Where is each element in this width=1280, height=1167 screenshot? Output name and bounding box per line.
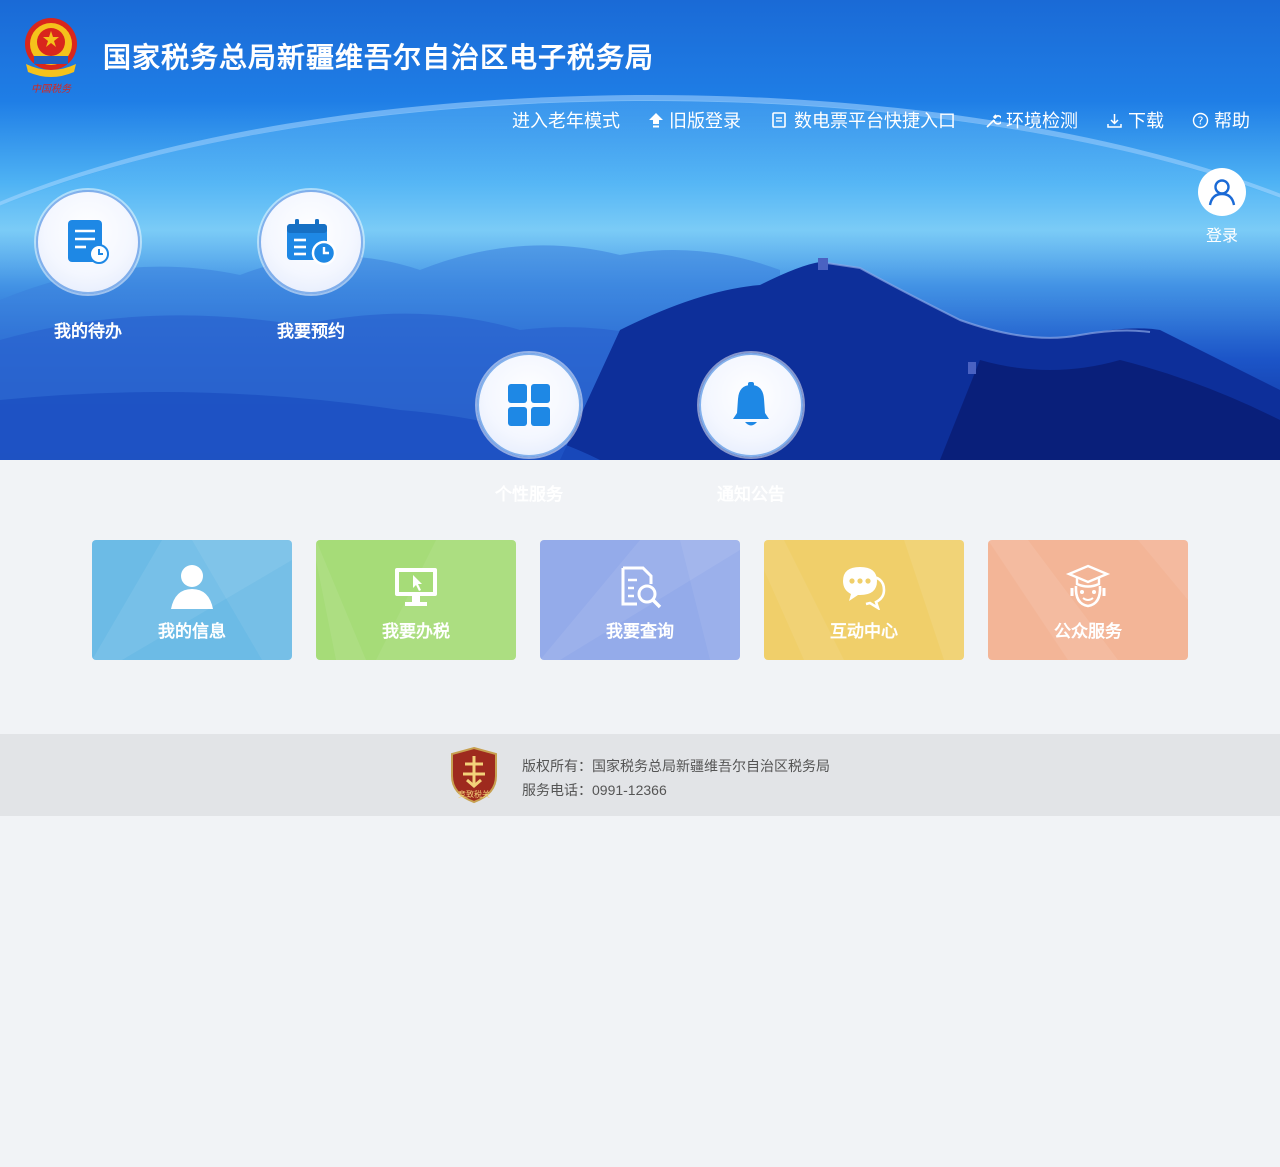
nav-env-check[interactable]: 环境检测 (984, 107, 1078, 133)
quick-todo-button[interactable] (36, 190, 140, 294)
nav-elder-mode-label: 进入老年模式 (512, 111, 620, 131)
user-outline-icon (1208, 179, 1236, 206)
quick-appointment-button[interactable] (259, 190, 363, 294)
quick-notice-label: 通知公告 (717, 485, 785, 505)
quick-personal-service-button[interactable] (477, 353, 581, 457)
nav-elder-mode[interactable]: 进入老年模式 (512, 107, 620, 133)
tile-interaction-label: 互动中心 (830, 622, 898, 642)
svg-text:中国税务: 中国税务 (31, 83, 72, 95)
chat-icon (843, 567, 886, 610)
login-label: 登录 (1205, 228, 1238, 245)
svg-text:?: ? (1198, 114, 1204, 127)
nav-invoice-platform-label: 数电票平台快捷入口 (794, 111, 956, 131)
nav-help[interactable]: ? 帮助 (1192, 107, 1250, 133)
tile-query[interactable]: 我要查询 (540, 540, 740, 660)
site-title: 国家税务总局新疆维吾尔自治区电子税务局 (103, 41, 655, 74)
tile-my-info-label: 我的信息 (158, 622, 226, 642)
nav-old-login-label: 旧版登录 (669, 111, 741, 131)
footer-copyright: 版权所有：国家税务总局新疆维吾尔自治区税务局 (522, 758, 830, 774)
monitor-icon (395, 568, 437, 606)
bell-icon (733, 382, 769, 426)
login-button[interactable]: 登录 (1198, 168, 1246, 246)
grid-icon (508, 384, 550, 426)
footer: 竞致税关 版权所有：国家税务总局新疆维吾尔自治区税务局 服务电话：0991-12… (0, 734, 1280, 816)
nav-env-check-label: 环境检测 (1006, 111, 1078, 131)
footer-info: 版权所有：国家税务总局新疆维吾尔自治区税务局 服务电话：0991-12366 (522, 754, 830, 802)
tile-query-label: 我要查询 (606, 622, 674, 642)
quick-notice-button[interactable] (699, 353, 803, 457)
todo-icon (68, 220, 109, 264)
nav-invoice-platform[interactable]: 数电票平台快捷入口 (769, 107, 956, 133)
top-nav: 进入老年模式 旧版登录 数电票平台快捷入口 环境检测 下载 ? 帮助 (484, 108, 1250, 132)
tax-emblem-logo: 中国税务 (25, 18, 77, 95)
tile-interaction[interactable]: 互动中心 (764, 540, 964, 660)
quick-appointment-label: 我要预约 (277, 322, 345, 342)
tile-public-service-label: 公众服务 (1054, 622, 1122, 642)
header-banner: 中国税务 国家税务总局新疆维吾尔自治区电子税务局 进入老年模式 旧版登录 数电票… (0, 0, 1280, 460)
police-badge-icon[interactable]: 竞致税关 (449, 746, 499, 804)
service-icon (1065, 564, 1111, 608)
user-icon (171, 565, 213, 609)
download-icon (1107, 113, 1122, 128)
nav-help-label: 帮助 (1214, 111, 1250, 131)
svg-text:竞致税关: 竞致税关 (458, 789, 490, 799)
tile-tax-handling-label: 我要办税 (382, 622, 450, 642)
nav-download[interactable]: 下载 (1106, 107, 1164, 133)
tile-public-service[interactable]: 公众服务 (988, 540, 1188, 660)
avatar (1198, 168, 1246, 216)
footer-phone: 服务电话：0991-12366 (522, 782, 667, 798)
quick-personal-service-label: 个性服务 (495, 485, 563, 505)
tile-my-info[interactable]: 我的信息 (92, 540, 292, 660)
nav-download-label: 下载 (1128, 111, 1164, 131)
help-icon: ? (1192, 112, 1209, 128)
nav-old-login[interactable]: 旧版登录 (648, 107, 741, 133)
wrench-icon (986, 113, 1001, 128)
calendar-icon (287, 219, 337, 266)
invoice-icon (772, 112, 786, 128)
tile-tax-handling[interactable]: 我要办税 (316, 540, 516, 660)
quick-todo-label: 我的待办 (54, 322, 122, 342)
up-arrow-icon (649, 113, 663, 128)
search-doc-icon (621, 566, 662, 609)
